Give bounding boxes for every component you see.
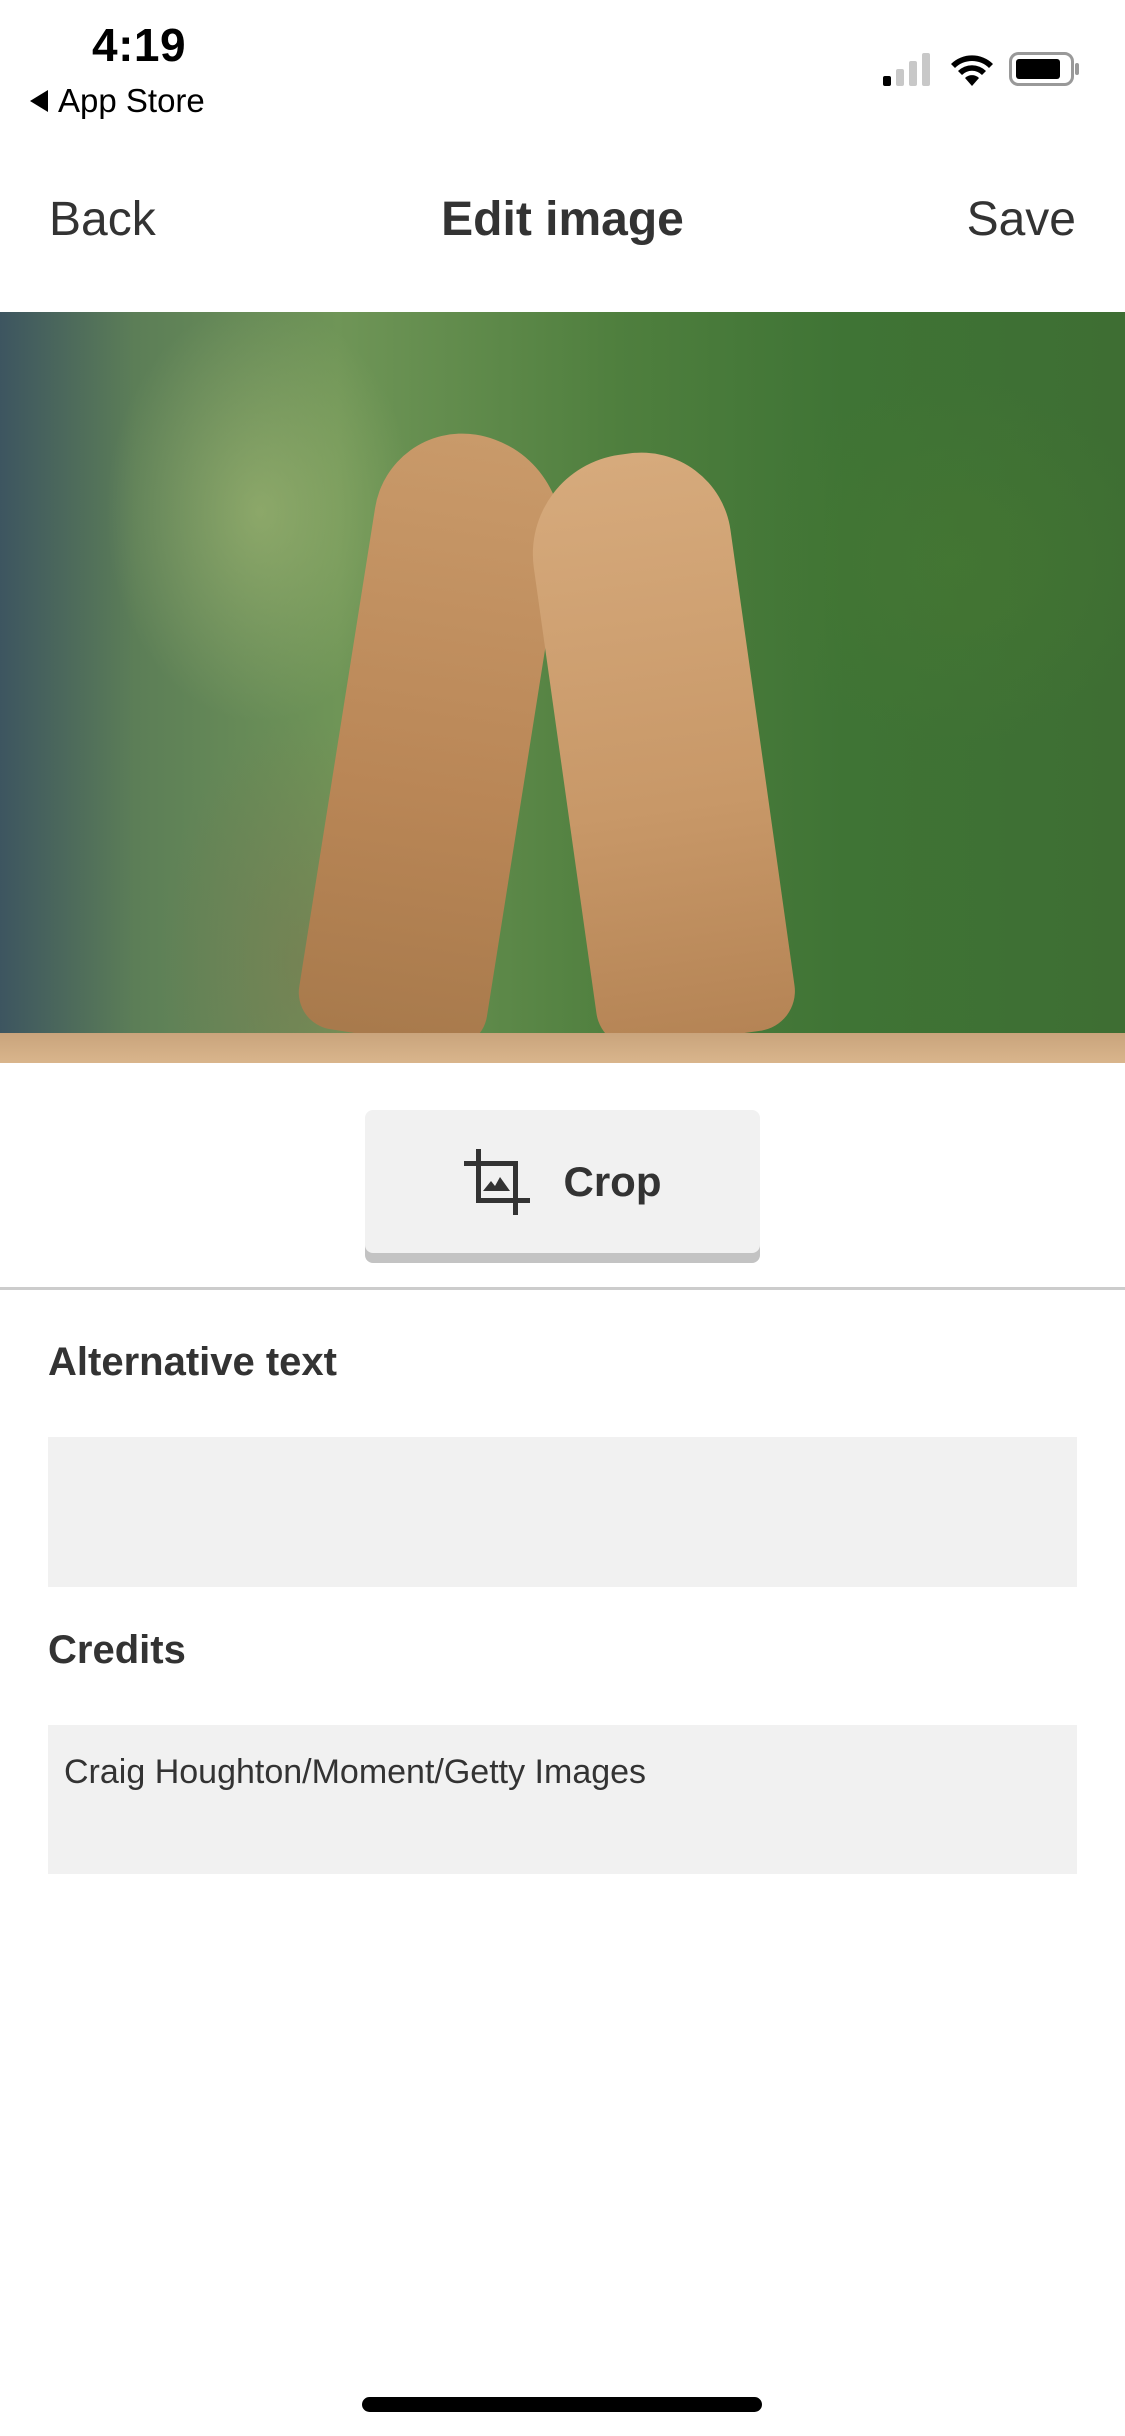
crop-button[interactable]: Crop — [365, 1110, 760, 1253]
crop-label: Crop — [563, 1157, 662, 1205]
prairie-dog-left — [293, 420, 577, 1054]
back-to-app-store[interactable]: App Store — [30, 82, 205, 120]
alt-text-input[interactable] — [48, 1437, 1077, 1587]
back-app-label: App Store — [58, 82, 205, 119]
crop-icon — [463, 1148, 530, 1215]
cellular-signal-icon — [883, 53, 930, 86]
status-bar: 4:19 App Store — [0, 0, 1125, 120]
prairie-dog-right — [519, 440, 801, 1054]
page-title: Edit image — [441, 193, 684, 246]
image-preview — [0, 312, 1125, 1063]
home-indicator[interactable] — [362, 2397, 762, 2412]
back-triangle-icon — [30, 90, 48, 112]
status-icons — [883, 52, 1081, 86]
wifi-icon — [951, 55, 993, 86]
status-time: 4:19 — [92, 19, 187, 71]
nav-bar: Back Edit image Save — [0, 170, 1125, 280]
back-button[interactable]: Back — [49, 192, 156, 247]
credits-label: Credits — [48, 1628, 186, 1672]
battery-icon — [1009, 52, 1079, 86]
credits-input[interactable]: Craig Houghton/Moment/Getty Images — [48, 1725, 1077, 1874]
section-divider — [0, 1287, 1125, 1290]
alt-text-label: Alternative text — [48, 1340, 337, 1384]
save-button[interactable]: Save — [967, 192, 1076, 247]
ground — [0, 1033, 1125, 1063]
